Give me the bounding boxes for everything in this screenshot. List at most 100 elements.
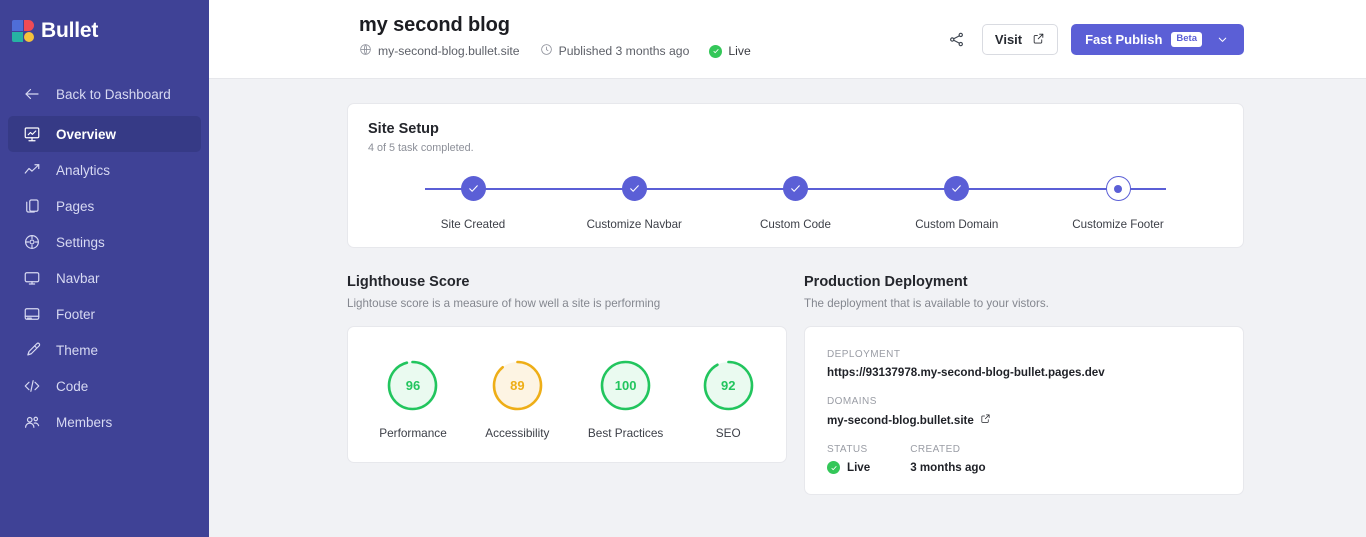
site-setup-title: Site Setup xyxy=(368,121,1223,137)
sidebar-item-label: Settings xyxy=(56,235,105,250)
site-domain[interactable]: my-second-blog.bullet.site xyxy=(359,43,520,59)
sidebar-item-label: Pages xyxy=(56,199,94,214)
sidebar: Bullet Back to Dashboard Overview Analyt… xyxy=(0,0,209,537)
header-actions: Visit Fast Publish Beta xyxy=(945,14,1244,55)
lighthouse-subtitle: Lightouse score is a measure of how well… xyxy=(347,297,787,310)
site-setup-subtitle: 4 of 5 task completed. xyxy=(368,142,1223,154)
sidebar-item-label: Analytics xyxy=(56,163,110,178)
chevron-down-icon[interactable] xyxy=(1211,33,1233,46)
status-key-label: STATUS xyxy=(827,444,870,455)
deployment-status: Live xyxy=(827,461,870,474)
score-label: Performance xyxy=(379,426,447,440)
created-value: 3 months ago xyxy=(910,461,985,474)
analytics-trend-icon xyxy=(22,160,42,180)
lighthouse-score: 92 SEO xyxy=(702,359,755,440)
lower-sections: Lighthouse Score Lightouse score is a me… xyxy=(347,274,1244,495)
overview-icon xyxy=(22,124,42,144)
footer-layout-icon xyxy=(22,304,42,324)
lighthouse-score: 89Accessibility xyxy=(485,359,549,440)
deployment-url[interactable]: https://93137978.my-second-blog-bullet.p… xyxy=(827,366,1221,379)
pending-dot-icon xyxy=(1106,176,1131,201)
sidebar-item-overview[interactable]: Overview xyxy=(8,116,201,152)
score-ring: 92 xyxy=(702,359,755,412)
step-label: Site Created xyxy=(441,218,505,231)
sidebar-item-settings[interactable]: Settings xyxy=(8,224,201,260)
step-customize-navbar[interactable]: Customize Navbar xyxy=(574,176,694,231)
paintbrush-icon xyxy=(22,340,42,360)
deployment-subtitle: The deployment that is available to your… xyxy=(804,297,1244,310)
sidebar-item-footer[interactable]: Footer xyxy=(8,296,201,332)
brand-name: Bullet xyxy=(41,19,98,43)
site-setup-card: Site Setup 4 of 5 task completed. Site C… xyxy=(347,103,1244,248)
score-value: 100 xyxy=(615,378,637,393)
sidebar-item-pages[interactable]: Pages xyxy=(8,188,201,224)
score-value: 92 xyxy=(721,378,735,393)
sidebar-item-navbar[interactable]: Navbar xyxy=(8,260,201,296)
step-custom-domain[interactable]: Custom Domain xyxy=(897,176,1017,231)
fast-publish-label: Fast Publish xyxy=(1085,32,1162,47)
score-value: 89 xyxy=(510,378,524,393)
sidebar-item-label: Back to Dashboard xyxy=(56,87,171,102)
lighthouse-body: 96 Performance 89Accessibility 100Best Prac… xyxy=(347,326,787,463)
header-meta-row: my-second-blog.bullet.site Published 3 m… xyxy=(359,43,751,59)
external-link-icon xyxy=(980,413,991,427)
step-customize-footer[interactable]: Customize Footer xyxy=(1058,176,1178,231)
deployment-body: DEPLOYMENT https://93137978.my-second-bl… xyxy=(804,326,1244,495)
sidebar-item-label: Members xyxy=(56,415,112,430)
check-circle-icon xyxy=(709,45,722,58)
lighthouse-scores: 96 Performance 89Accessibility 100Best Prac… xyxy=(348,327,786,462)
pages-copy-icon xyxy=(22,196,42,216)
fast-publish-button[interactable]: Fast Publish Beta xyxy=(1071,24,1244,55)
app-root: Bullet Back to Dashboard Overview Analyt… xyxy=(0,0,1366,537)
beta-badge: Beta xyxy=(1171,32,1202,46)
score-label: SEO xyxy=(716,426,741,440)
domains-block: DOMAINS my-second-blog.bullet.site xyxy=(827,396,1221,427)
step-label: Customize Navbar xyxy=(587,218,682,231)
lighthouse-score: 100Best Practices xyxy=(588,359,663,440)
deployment-card: DEPLOYMENT https://93137978.my-second-bl… xyxy=(804,326,1244,495)
sidebar-item-code[interactable]: Code xyxy=(8,368,201,404)
page-header: my second blog my-second-blog.bullet.sit… xyxy=(209,0,1366,79)
check-icon xyxy=(944,176,969,201)
lighthouse-section: Lighthouse Score Lightouse score is a me… xyxy=(347,274,787,495)
external-link-icon xyxy=(1032,32,1045,48)
status-block: STATUS Live xyxy=(827,444,870,474)
brand[interactable]: Bullet xyxy=(0,14,209,46)
published-time: Published 3 months ago xyxy=(540,43,690,59)
domains-key-label: DOMAINS xyxy=(827,396,1221,407)
sidebar-item-back-to-dashboard[interactable]: Back to Dashboard xyxy=(8,76,201,112)
sidebar-item-label: Overview xyxy=(56,127,116,142)
visit-button[interactable]: Visit xyxy=(982,24,1058,55)
score-ring: 100 xyxy=(599,359,652,412)
gear-icon xyxy=(22,232,42,252)
step-label: Custom Code xyxy=(760,218,831,231)
step-custom-code[interactable]: Custom Code xyxy=(736,176,856,231)
content-area: Site Setup 4 of 5 task completed. Site C… xyxy=(209,79,1366,537)
check-circle-icon xyxy=(827,461,840,474)
site-domain-label: my-second-blog.bullet.site xyxy=(378,44,520,58)
setup-stepper: Site Created Customize Navbar Custom Cod… xyxy=(368,176,1223,231)
step-site-created[interactable]: Site Created xyxy=(413,176,533,231)
score-value: 96 xyxy=(406,378,420,393)
lighthouse-card: 96 Performance 89Accessibility 100Best Prac… xyxy=(347,326,787,463)
step-label: Custom Domain xyxy=(915,218,998,231)
sidebar-item-label: Navbar xyxy=(56,271,100,286)
code-brackets-icon xyxy=(22,376,42,396)
deployment-key-label: DEPLOYMENT xyxy=(827,349,1221,360)
header-title-block: my second blog my-second-blog.bullet.sit… xyxy=(359,14,751,59)
deployment-status-label: Live xyxy=(847,461,870,474)
check-icon xyxy=(622,176,647,201)
published-label: Published 3 months ago xyxy=(559,44,690,58)
deployment-url-block: DEPLOYMENT https://93137978.my-second-bl… xyxy=(827,349,1221,379)
sidebar-item-analytics[interactable]: Analytics xyxy=(8,152,201,188)
share-icon[interactable] xyxy=(945,28,969,52)
members-group-icon xyxy=(22,412,42,432)
sidebar-item-label: Theme xyxy=(56,343,98,358)
sidebar-item-theme[interactable]: Theme xyxy=(8,332,201,368)
sidebar-item-members[interactable]: Members xyxy=(8,404,201,440)
sidebar-nav: Back to Dashboard Overview Analytics Pag… xyxy=(0,76,209,440)
deployment-section: Production Deployment The deployment tha… xyxy=(804,274,1244,495)
score-ring: 96 xyxy=(386,359,439,412)
domain-link[interactable]: my-second-blog.bullet.site xyxy=(827,413,1221,427)
lighthouse-score: 96 Performance xyxy=(379,359,447,440)
